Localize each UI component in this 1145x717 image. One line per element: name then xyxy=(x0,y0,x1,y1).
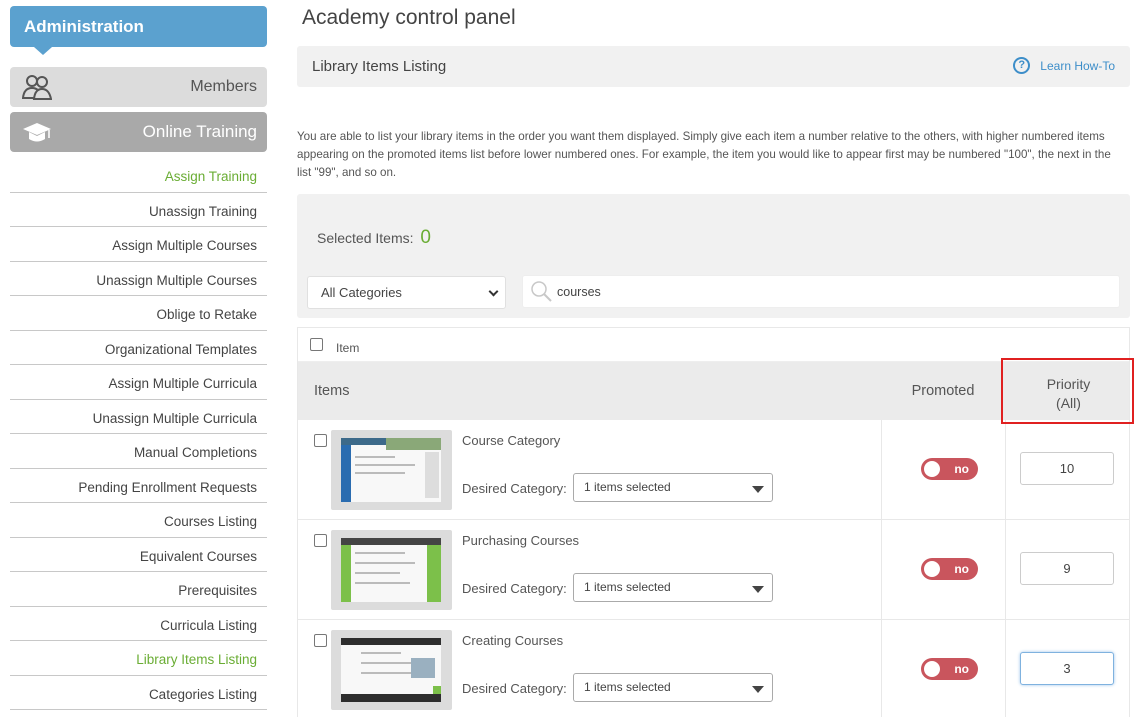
desired-category-label: Desired Category: xyxy=(462,681,567,696)
select-all-label: Item xyxy=(336,341,360,355)
priority-input[interactable] xyxy=(1020,452,1114,485)
promoted-toggle[interactable]: no xyxy=(921,458,978,480)
caret-down-icon xyxy=(752,686,764,693)
toggle-knob xyxy=(924,461,940,477)
section-title: Library Items Listing xyxy=(312,58,447,75)
table-row: Course Category Desired Category: 1 item… xyxy=(298,420,1129,520)
online-training-button[interactable]: Online Training xyxy=(10,112,267,152)
item-thumbnail xyxy=(331,530,452,610)
help-circle-icon: ? xyxy=(1013,57,1031,74)
toggle-knob xyxy=(924,561,940,577)
learn-how-to-link[interactable]: ? Learn How-To xyxy=(1013,57,1115,74)
section-header: Library Items Listing ? Learn How-To xyxy=(297,46,1130,87)
sidebar-item-curricula-listing[interactable]: Curricula Listing xyxy=(10,607,267,641)
sidebar-item-unassign-multiple-curricula[interactable]: Unassign Multiple Curricula xyxy=(10,400,267,434)
caret-down-icon xyxy=(752,486,764,493)
column-header-promoted: Promoted xyxy=(911,383,975,399)
search-input[interactable] xyxy=(557,282,1097,302)
select-all-checkbox[interactable] xyxy=(310,338,323,351)
toggle-knob xyxy=(924,661,940,677)
sidebar-item-organizational-templates[interactable]: Organizational Templates xyxy=(10,331,267,365)
sidebar-item-prerequisites[interactable]: Prerequisites xyxy=(10,572,267,607)
description-text: You are able to list your library items … xyxy=(297,130,1111,179)
sidebar-item-library-items-listing[interactable]: Library Items Listing xyxy=(10,641,267,676)
selected-items-label: Selected Items: 0 xyxy=(317,227,431,249)
chevron-down-icon xyxy=(488,286,499,297)
promoted-toggle-label: no xyxy=(954,562,969,576)
desired-category-label: Desired Category: xyxy=(462,581,567,596)
priority-input[interactable] xyxy=(1020,552,1114,585)
search-box[interactable] xyxy=(522,275,1120,308)
selected-items-count: 0 xyxy=(420,227,431,248)
sidebar-item-assign-multiple-courses[interactable]: Assign Multiple Courses xyxy=(10,227,267,262)
sidebar-item-courses-listing[interactable]: Courses Listing xyxy=(10,503,267,538)
item-thumbnail xyxy=(331,430,452,510)
promoted-toggle-label: no xyxy=(954,462,969,476)
sidebar-item-manual-completions[interactable]: Manual Completions xyxy=(10,434,267,469)
desired-category-select[interactable]: 1 items selected xyxy=(573,573,773,602)
administration-header: Administration xyxy=(10,6,267,55)
caret-down-icon xyxy=(752,586,764,593)
sidebar-item-assign-training[interactable]: Assign Training xyxy=(10,158,267,193)
table-row: Purchasing Courses Desired Category: 1 i… xyxy=(298,520,1129,620)
online-training-label: Online Training xyxy=(142,122,257,141)
members-button[interactable]: Members xyxy=(10,67,267,107)
sidebar-item-pending-enrollment-requests[interactable]: Pending Enrollment Requests xyxy=(10,469,267,503)
desired-category-label: Desired Category: xyxy=(462,481,567,496)
column-header-items: Items xyxy=(314,383,350,399)
sidebar-item-assign-multiple-curricula[interactable]: Assign Multiple Curricula xyxy=(10,365,267,400)
selection-panel: Selected Items: 0 All Categories xyxy=(297,194,1130,318)
sidebar-item-categories-listing[interactable]: Categories Listing xyxy=(10,676,267,710)
sidebar: Administration Members Online Training A… xyxy=(10,6,267,710)
learn-how-to-label: Learn How-To xyxy=(1040,58,1115,73)
online-training-submenu: Assign Training Unassign Training Assign… xyxy=(10,158,267,710)
promoted-toggle[interactable]: no xyxy=(921,658,978,680)
priority-input[interactable] xyxy=(1020,652,1114,685)
row-checkbox[interactable] xyxy=(314,434,327,447)
row-checkbox[interactable] xyxy=(314,634,327,647)
row-title[interactable]: Purchasing Courses xyxy=(462,533,579,548)
category-select[interactable]: All Categories xyxy=(307,276,506,309)
priority-highlight-box xyxy=(1001,358,1134,424)
promoted-toggle-label: no xyxy=(954,662,969,676)
sidebar-item-unassign-training[interactable]: Unassign Training xyxy=(10,193,267,227)
graduation-cap-icon xyxy=(23,123,51,142)
members-icon xyxy=(22,75,52,100)
row-checkbox[interactable] xyxy=(314,534,327,547)
sidebar-item-equivalent-courses[interactable]: Equivalent Courses xyxy=(10,538,267,572)
row-title[interactable]: Creating Courses xyxy=(462,633,563,648)
desired-category-value: 1 items selected xyxy=(584,580,671,594)
category-select-value: All Categories xyxy=(321,285,402,300)
desired-category-value: 1 items selected xyxy=(584,480,671,494)
item-thumbnail xyxy=(331,630,452,710)
select-all-row: Item xyxy=(298,328,1129,362)
row-title[interactable]: Course Category xyxy=(462,433,560,448)
search-icon xyxy=(531,281,552,302)
desired-category-value: 1 items selected xyxy=(584,680,671,694)
selected-items-text: Selected Items: xyxy=(317,230,414,246)
promoted-toggle[interactable]: no xyxy=(921,558,978,580)
desired-category-select[interactable]: 1 items selected xyxy=(573,473,773,502)
table-row: Creating Courses Desired Category: 1 ite… xyxy=(298,620,1129,717)
members-label: Members xyxy=(190,78,257,95)
sidebar-item-oblige-to-retake[interactable]: Oblige to Retake xyxy=(10,296,267,331)
desired-category-select[interactable]: 1 items selected xyxy=(573,673,773,702)
page-title: Academy control panel xyxy=(302,6,516,29)
sidebar-item-unassign-multiple-courses[interactable]: Unassign Multiple Courses xyxy=(10,262,267,296)
